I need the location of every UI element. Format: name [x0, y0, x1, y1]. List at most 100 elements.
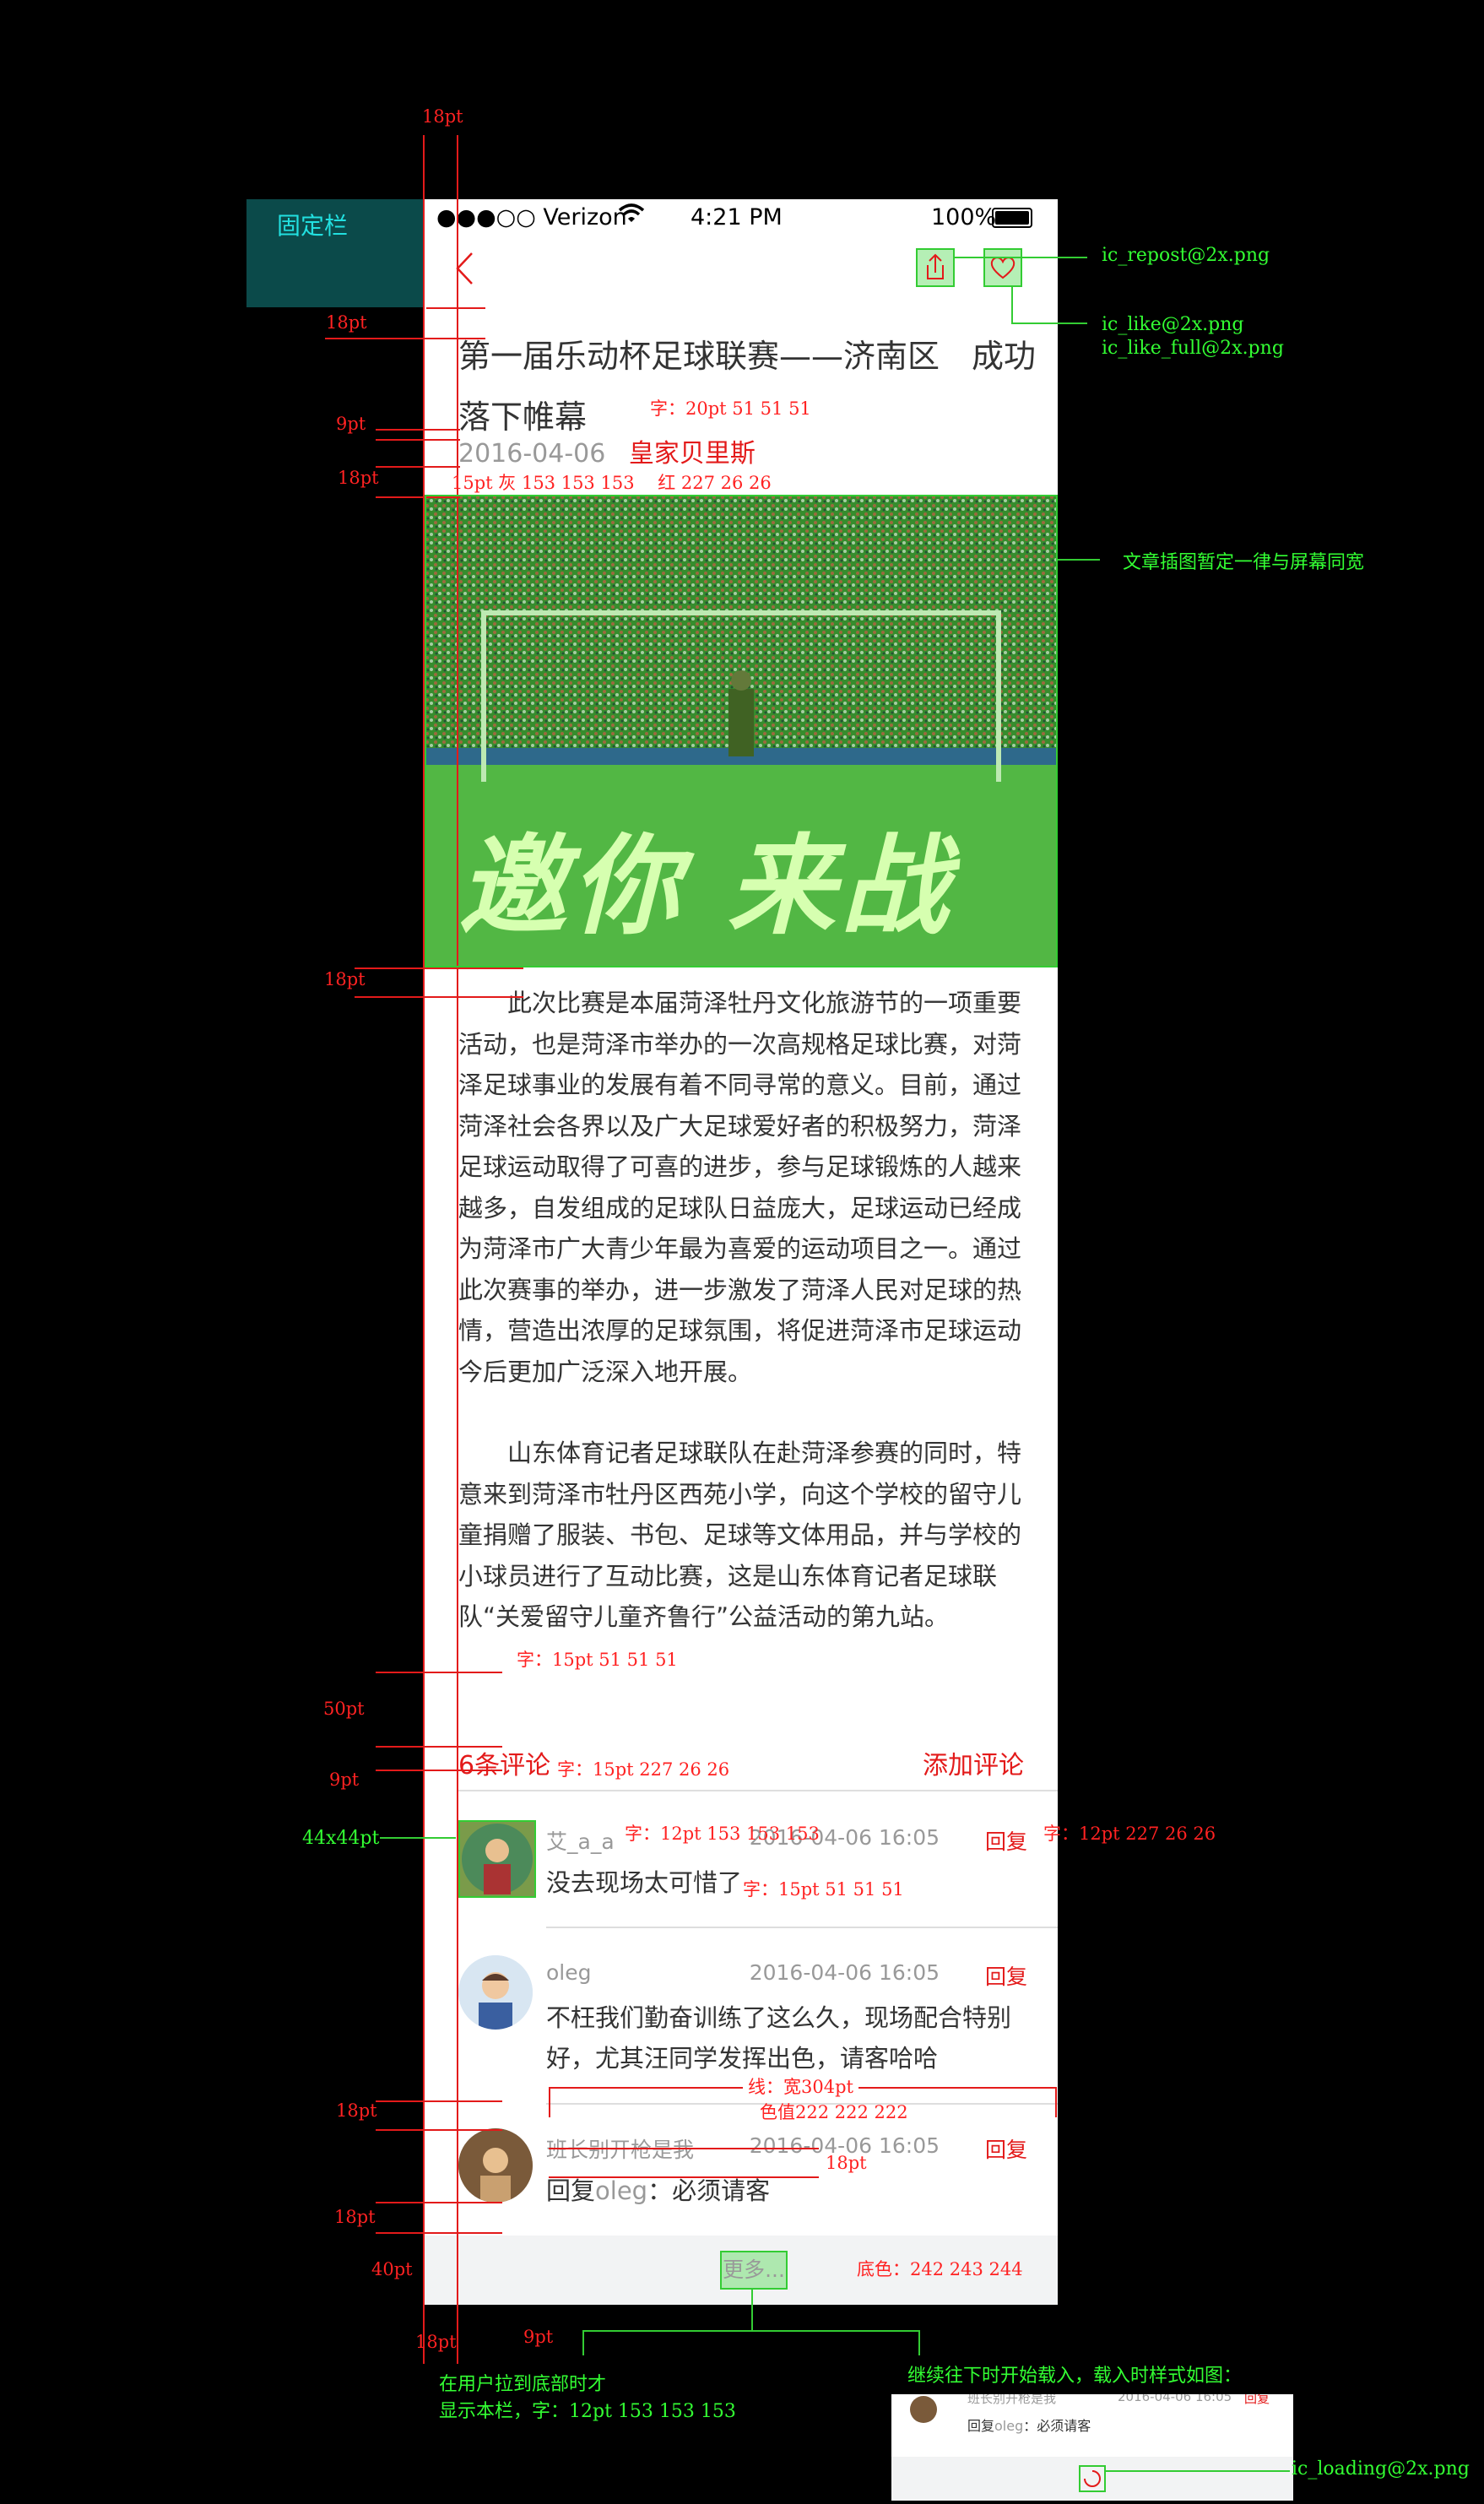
spec-repost-icon: ic_repost@2x.png [1102, 245, 1270, 266]
spec-comments-head-gap: 9pt [329, 1770, 360, 1790]
guide-line [426, 307, 485, 309]
guide-line [1106, 2470, 1290, 2472]
preview-text-target: oleg [994, 2418, 1024, 2434]
spec-loading-note: 继续往下时开始载入，载入时样式如图： [907, 2366, 1243, 2387]
spec-image-margin: 18pt [324, 969, 366, 989]
spec-more-bg: 底色：242 243 244 [857, 2259, 1023, 2279]
guide-line [376, 2100, 502, 2102]
guide-line [1055, 2087, 1057, 2117]
article-date: 2016-04-06 [458, 439, 606, 469]
fixed-bar-label-box: 固定栏 [246, 199, 425, 307]
image-highlight [425, 495, 1058, 967]
guide-line [380, 1837, 456, 1839]
wifi-icon [617, 201, 646, 232]
comment-text: 不枉我们勤奋训练了这么久，现场配合特别好，尤其汪同学发挥出色，请客哈哈 [546, 2003, 1012, 2073]
preview-text-prefix: 回复 [967, 2418, 995, 2434]
like-icon[interactable] [983, 248, 1022, 287]
comment-author[interactable]: 艾_a_a [546, 1825, 615, 1856]
spec-image-note: 文章插图暂定一律与屏幕同宽 [1123, 552, 1365, 573]
spec-comments-head-font: 字：15pt 227 26 26 [557, 1759, 730, 1780]
reply-button[interactable]: 回复 [985, 1825, 1027, 1856]
guide-line [376, 466, 460, 468]
repost-icon[interactable] [916, 248, 955, 287]
guide-line [376, 1672, 502, 1673]
spec-left-margin: 18pt [415, 2332, 457, 2352]
clock: 4:21 PM [691, 204, 783, 230]
spec-like-full-icon: ic_like_full@2x.png [1102, 338, 1284, 359]
guide-line [355, 996, 523, 998]
guide-line [376, 2202, 502, 2203]
reply-target[interactable]: oleg [595, 2176, 647, 2205]
spec-comment-gap-2: 18pt [334, 2207, 376, 2227]
article-title: 第一届乐动杯足球联赛——济南区 成功落下帷幕 [458, 338, 1037, 436]
spec-bottom-gap: 40pt [371, 2259, 413, 2279]
guide-line [751, 2288, 753, 2330]
guide-line [918, 2330, 920, 2355]
article-author[interactable]: 皇家贝里斯 [629, 439, 756, 469]
avatar[interactable] [458, 1820, 536, 1898]
guide-line [549, 2087, 550, 2117]
guide-line [423, 135, 425, 2364]
spec-reply-gap: 18pt [826, 2153, 867, 2173]
spec-reply-font: 字：12pt 227 26 26 [1043, 1824, 1216, 1844]
fixed-bar-label: 固定栏 [277, 212, 349, 240]
spec-title-font: 字：20pt 51 51 51 [650, 398, 811, 419]
guide-line [376, 2129, 502, 2131]
spec-line-color: 色值222 222 222 [760, 2102, 908, 2122]
spec-title-margin: 18pt [326, 312, 367, 333]
spec-top-margin: 18pt [422, 106, 463, 127]
spec-inner-margin: 9pt [523, 2327, 554, 2347]
preview-time: 2016-04-06 16:05 [1118, 2394, 1232, 2404]
preview-name: 班长别开枪是我 [967, 2394, 1057, 2406]
spec-comment-font: 字：15pt 51 51 51 [743, 1879, 904, 1900]
battery-percent: 100% [931, 204, 997, 230]
guide-line [376, 1770, 502, 1771]
reply-prefix: 回复 [546, 2176, 596, 2205]
guide-line [549, 2176, 819, 2178]
guide-line [376, 1746, 502, 1748]
status-bar: ●●●○○ Verizon 4:21 PM 100% [425, 199, 1058, 236]
article-paragraph-1: 此次比赛是本届菏泽牡丹文化旅游节的一项重要活动，也是菏泽市举办的一次高规格足球比… [458, 989, 1022, 1386]
battery-icon [992, 208, 1032, 228]
guide-line [1011, 287, 1013, 324]
guide-line [355, 967, 523, 969]
spec-meta-font: 15pt 灰 153 153 153 红 227 26 26 [452, 473, 772, 493]
spec-like-icon: ic_like@2x.png [1102, 314, 1244, 335]
guide-line [549, 2148, 819, 2149]
guide-line [325, 338, 485, 339]
comments-top-divider [458, 1790, 1058, 1791]
preview-loading-bar [891, 2457, 1293, 2501]
preview-avatar [910, 2396, 937, 2423]
comment-author[interactable]: oleg [546, 1960, 592, 1985]
reply-body: ：必须请客 [647, 2176, 771, 2205]
spec-loading-icon: ic_loading@2x.png [1292, 2458, 1470, 2480]
spec-meta-margin: 18pt [338, 468, 379, 488]
add-comment-button[interactable]: 添加评论 [923, 1744, 1024, 1781]
carrier-signal: ●●●○○ Verizon [436, 204, 627, 230]
guide-line [582, 2330, 584, 2355]
guide-line [954, 257, 1087, 258]
guide-line [376, 429, 460, 431]
guide-line [582, 2330, 920, 2332]
reply-button[interactable]: 回复 [985, 1960, 1027, 1991]
spec-comments-gap: 50pt [323, 1699, 365, 1719]
preview-text: 回复oleg：必须请客 [967, 2415, 1091, 2435]
spec-meta-gap: 9pt [336, 414, 366, 434]
guide-line [376, 439, 460, 441]
guide-line [1011, 322, 1087, 324]
comment-divider [546, 1927, 1058, 1928]
avatar[interactable] [458, 2128, 533, 2203]
guide-line [1058, 559, 1100, 561]
avatar[interactable] [458, 1955, 533, 2030]
spec-comment-gap-1: 18pt [336, 2100, 377, 2121]
reply-button[interactable]: 回复 [985, 2133, 1027, 2164]
spec-line-width: 线：宽304pt [743, 2073, 858, 2099]
guide-line [376, 2232, 502, 2234]
loading-spinner-icon [1079, 2465, 1106, 2492]
spec-name-font: 字：12pt 153 153 153 [625, 1824, 820, 1844]
load-more-button[interactable]: 更多... [720, 2251, 788, 2290]
article-paragraph-2: 山东体育记者足球联队在赴菏泽参赛的同时，特意来到菏泽市牡丹区西苑小学，向这个学校… [458, 1439, 1022, 1631]
spec-more-note-2: 显示本栏，字：12pt 153 153 153 [439, 2401, 736, 2422]
spec-body-font: 字：15pt 51 51 51 [517, 1650, 678, 1670]
spec-avatar-size: 44x44pt [302, 1828, 380, 1849]
